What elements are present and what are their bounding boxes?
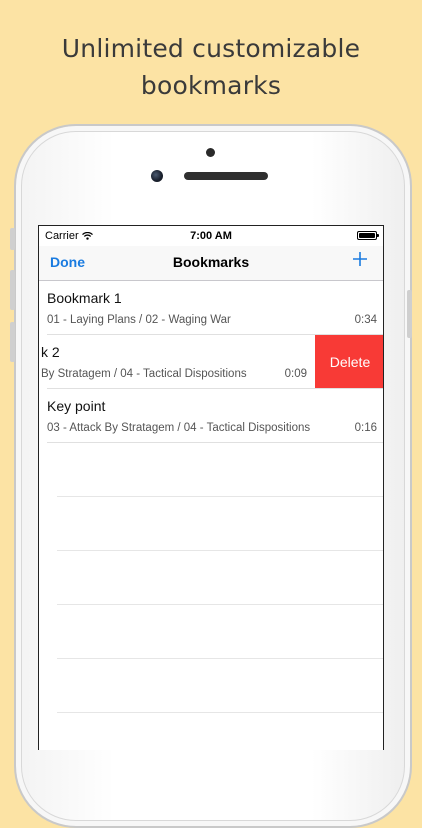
battery-icon: [357, 231, 379, 240]
app-screen: Carrier 7:00 AM Done Bookmarks Bookmark …: [38, 225, 384, 750]
phone-volume-down: [10, 322, 15, 362]
empty-row-separator: [57, 550, 383, 551]
row-separator: [47, 442, 383, 443]
proximity-sensor: [206, 148, 215, 157]
phone-power-button: [407, 290, 412, 338]
bookmark-subtitle: 01 - Laying Plans / 02 - Waging War: [47, 314, 231, 326]
page-title: Bookmarks: [172, 254, 250, 270]
bookmark-row-content: k 2 By Stratagem / 04 - Tactical Disposi…: [39, 335, 315, 389]
earpiece-speaker: [184, 172, 268, 180]
plus-icon[interactable]: [351, 250, 369, 268]
bookmark-row-content: Bookmark 1 01 - Laying Plans / 02 - Wagi…: [39, 281, 383, 335]
bookmark-row-content: Key point 03 - Attack By Stratagem / 04 …: [39, 389, 383, 443]
front-camera: [151, 170, 163, 182]
empty-row-separator: [57, 658, 383, 659]
bookmark-row-swiped[interactable]: k 2 By Stratagem / 04 - Tactical Disposi…: [39, 335, 383, 389]
phone-side-button: [10, 228, 15, 250]
bookmark-title: k 2: [41, 344, 60, 360]
bookmark-row[interactable]: Bookmark 1 01 - Laying Plans / 02 - Wagi…: [39, 281, 383, 335]
phone-volume-up: [10, 270, 15, 310]
status-bar: Carrier 7:00 AM: [39, 226, 383, 246]
navigation-bar: Done Bookmarks: [39, 246, 383, 281]
status-time: 7:00 AM: [190, 230, 232, 242]
empty-row-separator: [57, 604, 383, 605]
bookmark-time: 0:09: [284, 368, 307, 380]
empty-row-separator: [57, 712, 383, 713]
bookmark-subtitle: 03 - Attack By Stratagem / 04 - Tactical…: [47, 422, 311, 434]
bookmark-title: Key point: [47, 398, 106, 414]
bookmark-time: 0:34: [354, 314, 377, 326]
bookmark-time: 0:16: [354, 422, 377, 434]
delete-button[interactable]: Delete: [315, 335, 383, 389]
promo-headline: Unlimited customizable bookmarks: [0, 30, 422, 104]
bookmark-subtitle: By Stratagem / 04 - Tactical Disposition…: [41, 368, 247, 380]
bookmark-title: Bookmark 1: [47, 290, 122, 306]
bookmark-row[interactable]: Key point 03 - Attack By Stratagem / 04 …: [39, 389, 383, 443]
empty-row-separator: [57, 496, 383, 497]
promo-line-2: bookmarks: [140, 71, 282, 100]
battery-fill: [359, 233, 375, 238]
promo-line-1: Unlimited customizable: [61, 34, 361, 63]
